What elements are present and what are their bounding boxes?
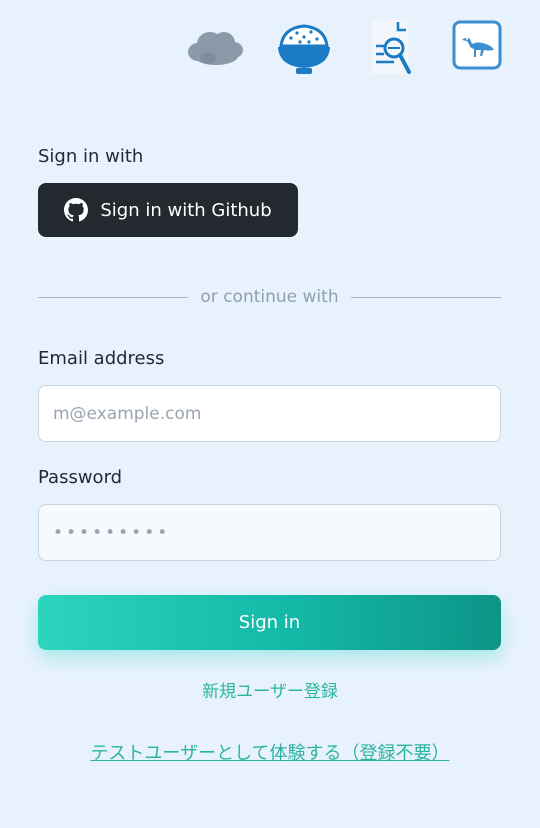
divider-text: or continue with [200, 287, 339, 307]
divider-line-right [350, 296, 501, 298]
cloud-icon[interactable] [186, 28, 244, 68]
signin-button[interactable]: Sign in [38, 595, 501, 650]
document-search-icon[interactable] [368, 18, 416, 78]
email-field[interactable] [38, 385, 501, 442]
github-icon [64, 198, 89, 222]
github-button-label: Sign in with Github [100, 199, 272, 221]
email-label: Email address [38, 348, 165, 369]
bird-icon[interactable] [452, 20, 502, 70]
or-continue-divider: or continue with [38, 285, 501, 309]
password-field[interactable] [38, 504, 501, 561]
register-link[interactable]: 新規ユーザー登録 [0, 677, 540, 702]
signin-with-label: Sign in with [38, 146, 144, 167]
password-label: Password [38, 467, 123, 488]
test-user-link[interactable]: テストユーザーとして体験する（登録不要） [0, 739, 540, 765]
rice-bowl-icon[interactable] [275, 20, 333, 78]
github-signin-button[interactable]: Sign in with Github [38, 183, 298, 237]
divider-line-left [38, 296, 189, 298]
app-icons-row [0, 18, 540, 82]
